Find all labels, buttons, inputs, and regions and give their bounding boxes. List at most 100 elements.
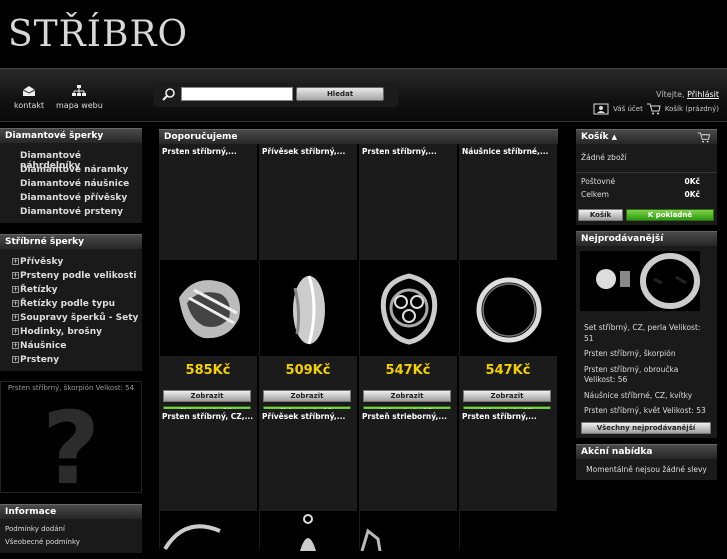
product-name[interactable]: Prsten stříbrný,... xyxy=(459,409,557,424)
diamond-item[interactable]: Diamantové přívěsky xyxy=(0,191,142,205)
contact-link[interactable]: kontakt xyxy=(14,85,44,110)
random-product[interactable]: Prsten stříbrný, škorpión Velkost: 54 ? xyxy=(0,381,142,507)
search-bar: Hledat xyxy=(154,83,398,107)
bestseller-item[interactable]: Set stříbrný, CZ, perla Velikost: 51 xyxy=(576,318,717,346)
show-button[interactable]: Zobrazit xyxy=(463,390,551,402)
search-input[interactable] xyxy=(181,87,293,101)
welcome-text: Vítejte, Přihlásit xyxy=(656,90,719,99)
expand-icon[interactable]: + xyxy=(12,300,19,307)
bestseller-item[interactable]: Prsten stříbrný, obroučka Velikost: 56 xyxy=(576,362,717,388)
cart-link[interactable]: Košík (prázdný) xyxy=(665,105,719,113)
diamond-title: Diamantové šperky xyxy=(0,128,142,143)
product-card: Prsten stříbrný,... 547Kč Zobrazit Přida… xyxy=(359,144,458,418)
cart-button[interactable]: Košík xyxy=(578,209,623,221)
shipping-value: 0Kč xyxy=(684,177,700,186)
bestseller-images[interactable] xyxy=(576,249,717,315)
expand-icon[interactable]: + xyxy=(12,258,19,265)
expand-icon[interactable]: + xyxy=(12,286,19,293)
scorpion-ring-image-icon xyxy=(640,251,700,311)
expand-icon[interactable]: + xyxy=(12,272,19,279)
info-box: Informace Podmínky dodání Všeobecné podm… xyxy=(0,504,142,553)
product-image[interactable] xyxy=(460,511,557,551)
sale-box: Akční nabídka Momentálně nejsou žádné sl… xyxy=(576,443,717,480)
contact-label: kontakt xyxy=(14,101,45,110)
bestseller-item[interactable]: Náušnice stříbrné, CZ, kvítky xyxy=(576,388,717,404)
expand-icon[interactable]: + xyxy=(12,356,19,363)
total-row: Celkem 0Kč xyxy=(576,188,717,201)
bestsellers-box: Nejprodávanější Set stříbrný, CZ, perla … xyxy=(576,231,717,438)
login-link[interactable]: Přihlásit xyxy=(687,90,719,99)
product-name[interactable]: Přívěsek stříbrný,... xyxy=(259,144,357,159)
expand-icon[interactable]: + xyxy=(12,328,19,335)
account-link[interactable]: Váš účet xyxy=(613,105,643,113)
show-button[interactable]: Zobrazit xyxy=(163,390,251,402)
bestseller-item[interactable]: Prsten stříbrný, škorpión xyxy=(576,346,717,362)
site-logo[interactable]: STŘÍBRO xyxy=(8,14,188,55)
show-button[interactable]: Zobrazit xyxy=(363,390,451,402)
info-link[interactable]: Všeobecné podmínky xyxy=(0,536,142,549)
silver-item[interactable]: + Řetízky xyxy=(0,283,142,297)
cart-header[interactable]: Košík ▲ xyxy=(576,129,717,144)
diamond-item[interactable]: Diamantové náramky xyxy=(0,163,142,177)
product-name[interactable]: Náušnice stříbrné,... xyxy=(459,144,557,159)
shipping-row: Poštovné 0Kč xyxy=(576,173,717,188)
silver-item-label: Přívěsky xyxy=(20,257,64,267)
silver-item[interactable]: + Prsteny xyxy=(0,353,142,367)
sitemap-link[interactable]: mapa webu xyxy=(56,85,103,110)
sitemap-icon xyxy=(72,85,87,96)
welcome-label: Vítejte, xyxy=(655,90,685,99)
show-button[interactable]: Zobrazit xyxy=(263,390,351,402)
recommended-section: Doporučujeme Prsten stříbrný,... 585Kč Z… xyxy=(159,129,558,552)
product-price: 585Kč xyxy=(185,363,231,378)
product-card: Přívěsek stříbrný,... xyxy=(259,409,358,551)
cart-box: Košík ▲ Žádné zboží Poštovné 0Kč Celkem 0K… xyxy=(576,129,717,225)
product-name[interactable]: Přívěsek stříbrný,... xyxy=(259,409,357,424)
silver-item-label: Soupravy šperků - Sety xyxy=(20,313,139,323)
diamond-box: Diamantové šperky Diamantové náhrdelníky… xyxy=(0,128,142,223)
collapse-arrow-icon[interactable]: ▲ xyxy=(612,133,617,141)
sale-title: Akční nabídka xyxy=(576,443,717,459)
info-link[interactable]: Podmínky dodání xyxy=(0,523,142,536)
product-name[interactable]: Prsten stříbrný, CZ,... xyxy=(159,409,257,424)
cart-icon xyxy=(697,132,711,143)
product-image[interactable] xyxy=(160,511,257,551)
product-image[interactable] xyxy=(360,260,457,356)
silver-item[interactable]: + Prsteny podle velikosti xyxy=(0,269,142,283)
search-button[interactable]: Hledat xyxy=(296,87,384,101)
shipping-label: Poštovné xyxy=(581,177,616,186)
silver-item-label: Řetízky podle typu xyxy=(20,299,116,309)
product-name[interactable]: Prsten stříbrný,... xyxy=(359,144,457,159)
all-bestsellers-button[interactable]: Všechny nejprodávanější xyxy=(581,421,711,434)
silver-item[interactable]: + Přívěsky xyxy=(0,255,142,269)
ring-image-icon xyxy=(360,528,382,552)
product-image[interactable] xyxy=(260,260,357,356)
cart-icon xyxy=(646,103,661,115)
silver-item[interactable]: + Hodinky, brošny xyxy=(0,325,142,339)
diamond-item[interactable]: Diamantové prsteny xyxy=(0,205,142,219)
expand-icon[interactable]: + xyxy=(12,314,19,321)
product-image[interactable] xyxy=(260,511,357,551)
product-image[interactable] xyxy=(160,260,257,356)
product-image[interactable] xyxy=(360,511,457,552)
pendant-image-icon xyxy=(292,275,325,345)
diamond-item[interactable]: Diamantové náhrdelníky xyxy=(0,149,142,171)
product-price: 547Kč xyxy=(485,363,531,378)
product-image[interactable] xyxy=(460,260,557,356)
product-card: Prsten stříbrný,... xyxy=(459,409,558,551)
account-bar: Váš účet Košík (prázdný) xyxy=(593,103,719,115)
silver-item[interactable]: + Řetízky podle typu xyxy=(0,297,142,311)
silver-box: Stříbrné šperky + Přívěsky + Prsteny podle… xyxy=(0,234,142,371)
bestseller-item[interactable]: Prsten stříbrný, květ Velikost: 53 xyxy=(576,403,717,419)
silver-item[interactable]: + Soupravy šperků - Sety xyxy=(0,311,142,325)
checkout-button[interactable]: K pokladně xyxy=(626,209,714,221)
sitemap-label: mapa webu xyxy=(56,101,103,110)
expand-icon[interactable]: + xyxy=(12,342,19,349)
product-price: 547Kč xyxy=(385,363,431,378)
silver-item-label: Náušnice xyxy=(20,341,67,351)
pendant-image-icon xyxy=(300,514,316,551)
product-grid: Prsten stříbrný,... 585Kč Zobrazit Přida… xyxy=(159,144,558,552)
silver-item[interactable]: + Náušnice xyxy=(0,339,142,353)
product-name[interactable]: Prsteň strieborný,... xyxy=(359,409,457,424)
product-name[interactable]: Prsten stříbrný,... xyxy=(159,144,257,159)
diamond-item[interactable]: Diamantové náušnice xyxy=(0,177,142,191)
